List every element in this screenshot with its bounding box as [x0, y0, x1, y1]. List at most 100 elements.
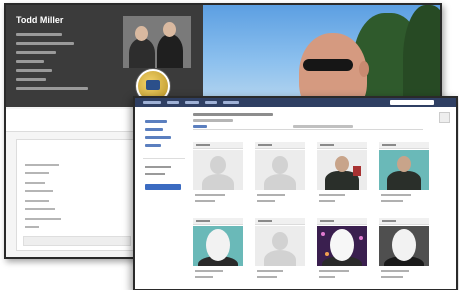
sparkle [359, 236, 363, 240]
photo-person-body [387, 171, 421, 190]
photo-card[interactable] [193, 142, 243, 208]
blurred-face [330, 229, 354, 261]
photo-thumbnail[interactable] [255, 150, 305, 190]
photo-grid [193, 142, 443, 286]
sidebar-link[interactable] [145, 144, 161, 147]
about-footer-bar[interactable] [23, 236, 131, 246]
photo-card-meta [195, 200, 215, 202]
photo-card-label [320, 220, 334, 222]
photo-person-head [163, 22, 176, 37]
photo-card-meta [257, 194, 285, 196]
profile-info-line [16, 78, 46, 81]
photo-card-label [382, 220, 396, 222]
photo-person [157, 34, 183, 68]
cover-person-ear [359, 61, 369, 77]
gallery-filter[interactable] [293, 125, 353, 128]
photo-card-meta [319, 276, 335, 278]
photo-card-meta [381, 200, 403, 202]
photo-person [129, 38, 155, 68]
profile-info-line [16, 51, 56, 54]
sparkle [325, 252, 329, 256]
photo-person-head [135, 26, 148, 41]
photo-card-header [255, 142, 305, 149]
profile-photo[interactable] [123, 16, 191, 68]
photo-person-head [335, 156, 349, 172]
photo-card-meta [381, 276, 403, 278]
photo-card-meta [257, 276, 277, 278]
photo-card-meta [319, 194, 345, 196]
photo-card-label [320, 144, 334, 146]
sidebar-divider [143, 158, 185, 159]
sidebar-link[interactable] [145, 120, 167, 123]
top-nav-item[interactable] [185, 101, 199, 104]
photo-card[interactable] [379, 142, 429, 208]
photo-card[interactable] [255, 218, 305, 284]
photo-person-head [397, 156, 411, 172]
sidebar-text [145, 173, 165, 175]
about-line [25, 172, 49, 174]
about-line [25, 200, 49, 202]
gallery-tabs [193, 124, 423, 130]
search-input[interactable] [390, 100, 434, 105]
photo-card-meta [195, 270, 223, 272]
screenshot-collage: Todd Miller [0, 0, 459, 290]
photo-card[interactable] [379, 218, 429, 284]
about-line [25, 164, 59, 166]
photo-card[interactable] [317, 218, 367, 284]
photo-card-header [379, 142, 429, 149]
photo-card-label [382, 144, 396, 146]
about-line [25, 182, 45, 184]
top-nav-item[interactable] [205, 101, 217, 104]
photo-thumbnail[interactable] [193, 226, 243, 266]
default-avatar-body [202, 174, 234, 190]
profile-info-line [16, 42, 74, 45]
gallery-options-button[interactable] [439, 112, 450, 123]
gallery-window [133, 96, 458, 290]
blurred-face [206, 229, 230, 261]
top-nav-bar [135, 98, 456, 107]
gallery-tab[interactable] [193, 125, 207, 128]
photo-card-label [196, 144, 210, 146]
photo-card-header [317, 142, 367, 149]
about-line [25, 218, 61, 220]
sidebar-link[interactable] [145, 136, 171, 139]
cover-photo[interactable] [203, 5, 440, 107]
photo-thumbnail[interactable] [317, 226, 367, 266]
gallery-title [193, 113, 273, 116]
profile-name[interactable]: Todd Miller [16, 15, 116, 27]
about-line [25, 190, 53, 192]
sidebar-link[interactable] [145, 128, 163, 131]
flag-icon [353, 166, 361, 176]
photo-card-label [258, 144, 272, 146]
default-avatar-body [264, 174, 296, 190]
default-avatar-body [264, 250, 296, 266]
profile-info-line [16, 60, 44, 63]
about-line [25, 208, 55, 210]
photo-card-meta [257, 270, 283, 272]
top-nav-item[interactable] [223, 101, 239, 104]
default-avatar-icon [272, 232, 288, 250]
top-nav-item[interactable] [143, 101, 161, 104]
photo-thumbnail[interactable] [317, 150, 367, 190]
photo-thumbnail[interactable] [379, 150, 429, 190]
photo-card-header [255, 218, 305, 225]
photo-card-meta [257, 200, 275, 202]
top-nav-item[interactable] [167, 101, 179, 104]
profile-info-line [16, 69, 52, 72]
photo-card[interactable] [317, 142, 367, 208]
photo-thumbnail[interactable] [255, 226, 305, 266]
profile-info-line [16, 33, 62, 36]
photo-card[interactable] [193, 218, 243, 284]
photo-card-meta [195, 276, 213, 278]
default-avatar-icon [272, 156, 288, 174]
photo-card-header [317, 218, 367, 225]
gallery-subtitle [193, 119, 233, 122]
photo-card-meta [195, 194, 225, 196]
photo-card-header [379, 218, 429, 225]
blurred-face [392, 229, 416, 261]
photo-thumbnail[interactable] [193, 150, 243, 190]
photo-thumbnail[interactable] [379, 226, 429, 266]
sparkle [321, 232, 325, 236]
photo-card[interactable] [255, 142, 305, 208]
sidebar-button[interactable] [145, 184, 181, 190]
